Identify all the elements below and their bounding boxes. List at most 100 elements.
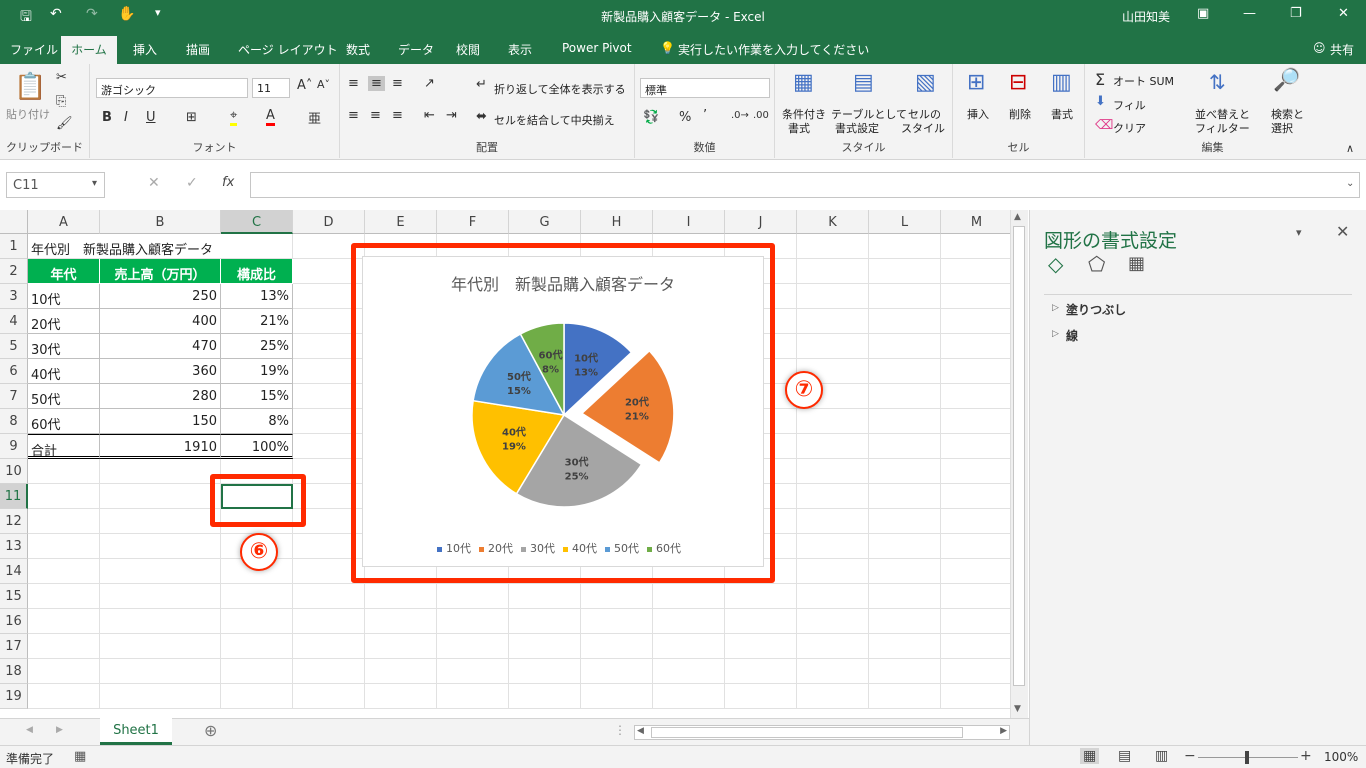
tab-formulas[interactable]: 数式 — [346, 41, 370, 58]
find-select-icon[interactable]: 🔎 — [1273, 68, 1300, 93]
share-button[interactable]: 共有 — [1330, 41, 1354, 58]
cell-g15[interactable] — [509, 584, 581, 609]
cell-m7[interactable] — [941, 384, 1010, 409]
column-header-i[interactable]: I — [653, 210, 725, 234]
restore-icon[interactable]: ❐ — [1290, 6, 1302, 21]
cell-b16[interactable] — [100, 609, 221, 634]
cell-c3[interactable]: 13% — [221, 284, 293, 309]
cell-styles-line2[interactable]: スタイル — [901, 120, 945, 136]
cell-l18[interactable] — [869, 659, 941, 684]
cell-l12[interactable] — [869, 509, 941, 534]
cell-c1[interactable] — [221, 234, 293, 259]
cell-k3[interactable] — [797, 284, 869, 309]
cell-k18[interactable] — [797, 659, 869, 684]
normal-view-icon[interactable]: ▦ — [1080, 748, 1100, 764]
enter-icon[interactable]: ✓ — [186, 175, 198, 191]
cell-m18[interactable] — [941, 659, 1010, 684]
pane-options-icon[interactable]: ▾ — [1296, 226, 1302, 239]
orientation-icon[interactable]: ↗ — [424, 76, 435, 91]
cell-k12[interactable] — [797, 509, 869, 534]
cell-b12[interactable] — [100, 509, 221, 534]
cell-f18[interactable] — [437, 659, 509, 684]
cell-m12[interactable] — [941, 509, 1010, 534]
row-header-4[interactable]: 4 — [0, 309, 28, 334]
macro-record-icon[interactable]: ▦ — [74, 749, 86, 764]
cell-m15[interactable] — [941, 584, 1010, 609]
row-header-8[interactable]: 8 — [0, 409, 28, 434]
cell-f16[interactable] — [437, 609, 509, 634]
cell-a10[interactable] — [28, 459, 100, 484]
cell-d15[interactable] — [293, 584, 365, 609]
cell-e17[interactable] — [365, 634, 437, 659]
cell-h17[interactable] — [581, 634, 653, 659]
cell-l19[interactable] — [869, 684, 941, 709]
cell-c6[interactable]: 19% — [221, 359, 293, 384]
row-header-19[interactable]: 19 — [0, 684, 28, 709]
tab-draw[interactable]: 描画 — [186, 41, 210, 58]
cell-l8[interactable] — [869, 409, 941, 434]
cell-c7[interactable]: 15% — [221, 384, 293, 409]
column-header-a[interactable]: A — [28, 210, 100, 234]
column-header-e[interactable]: E — [365, 210, 437, 234]
cell-l17[interactable] — [869, 634, 941, 659]
autosum-icon[interactable]: Σ — [1095, 70, 1105, 89]
cell-b10[interactable] — [100, 459, 221, 484]
tab-insert[interactable]: 挿入 — [133, 41, 157, 58]
insert-function-button[interactable]: fx — [222, 175, 234, 190]
cell-b14[interactable] — [100, 559, 221, 584]
tab-view[interactable]: 表示 — [508, 41, 532, 58]
cell-f19[interactable] — [437, 684, 509, 709]
expand-fill-icon[interactable]: ▷ — [1052, 303, 1059, 313]
cell-k1[interactable] — [797, 234, 869, 259]
cell-k14[interactable] — [797, 559, 869, 584]
cell-b13[interactable] — [100, 534, 221, 559]
cell-c11[interactable] — [221, 484, 293, 509]
cell-l15[interactable] — [869, 584, 941, 609]
name-box[interactable]: C11 — [6, 172, 105, 198]
underline-button[interactable]: U — [146, 110, 156, 125]
shrink-font-icon[interactable]: A˅ — [317, 78, 330, 91]
cell-g18[interactable] — [509, 659, 581, 684]
cell-l11[interactable] — [869, 484, 941, 509]
cell-m3[interactable] — [941, 284, 1010, 309]
tab-power-pivot[interactable]: Power Pivot — [562, 41, 632, 55]
merge-center-icon[interactable]: ⬌ — [476, 109, 487, 124]
cell-b9[interactable]: 1910 — [100, 434, 221, 459]
wrap-text-button[interactable]: 折り返して全体を表示する — [494, 81, 626, 97]
column-header-d[interactable]: D — [293, 210, 365, 234]
cell-c15[interactable] — [221, 584, 293, 609]
increase-indent-icon[interactable]: ⇥ — [446, 108, 457, 123]
cell-a18[interactable] — [28, 659, 100, 684]
share-icon[interactable]: ☺ — [1313, 41, 1326, 55]
name-box-dropdown-icon[interactable]: ▾ — [92, 178, 97, 189]
grow-font-icon[interactable]: A˄ — [297, 78, 312, 93]
cell-j17[interactable] — [725, 634, 797, 659]
cell-h16[interactable] — [581, 609, 653, 634]
cell-m17[interactable] — [941, 634, 1010, 659]
font-color-icon[interactable]: A — [266, 108, 275, 126]
cell-a7[interactable]: 50代 — [28, 384, 100, 409]
sheet-tab-sheet1[interactable]: Sheet1 — [100, 718, 172, 745]
paste-icon[interactable]: 📋 — [14, 72, 46, 102]
new-sheet-icon[interactable]: ⊕ — [204, 721, 217, 740]
decrease-decimal-icon[interactable]: .00 — [753, 110, 769, 121]
cell-b11[interactable] — [100, 484, 221, 509]
cell-l4[interactable] — [869, 309, 941, 334]
cell-e15[interactable] — [365, 584, 437, 609]
cell-l6[interactable] — [869, 359, 941, 384]
minimize-icon[interactable]: — — [1243, 6, 1256, 21]
cell-l13[interactable] — [869, 534, 941, 559]
cell-c2[interactable]: 構成比 — [221, 259, 293, 284]
sort-filter-icon[interactable]: ⇅ — [1209, 70, 1226, 94]
tab-data[interactable]: データ — [398, 41, 434, 58]
vertical-scrollbar[interactable]: ▲ ▼ — [1010, 210, 1028, 718]
cell-m11[interactable] — [941, 484, 1010, 509]
row-header-9[interactable]: 9 — [0, 434, 28, 459]
fill-line-icon[interactable]: ◇ — [1048, 252, 1063, 276]
effects-icon[interactable]: ⬠ — [1088, 252, 1105, 276]
increase-decimal-icon[interactable]: .0→ — [731, 110, 749, 121]
number-format-combo[interactable]: 標準 — [640, 78, 770, 98]
cell-c19[interactable] — [221, 684, 293, 709]
cell-a2[interactable]: 年代 — [28, 259, 100, 284]
cell-i15[interactable] — [653, 584, 725, 609]
